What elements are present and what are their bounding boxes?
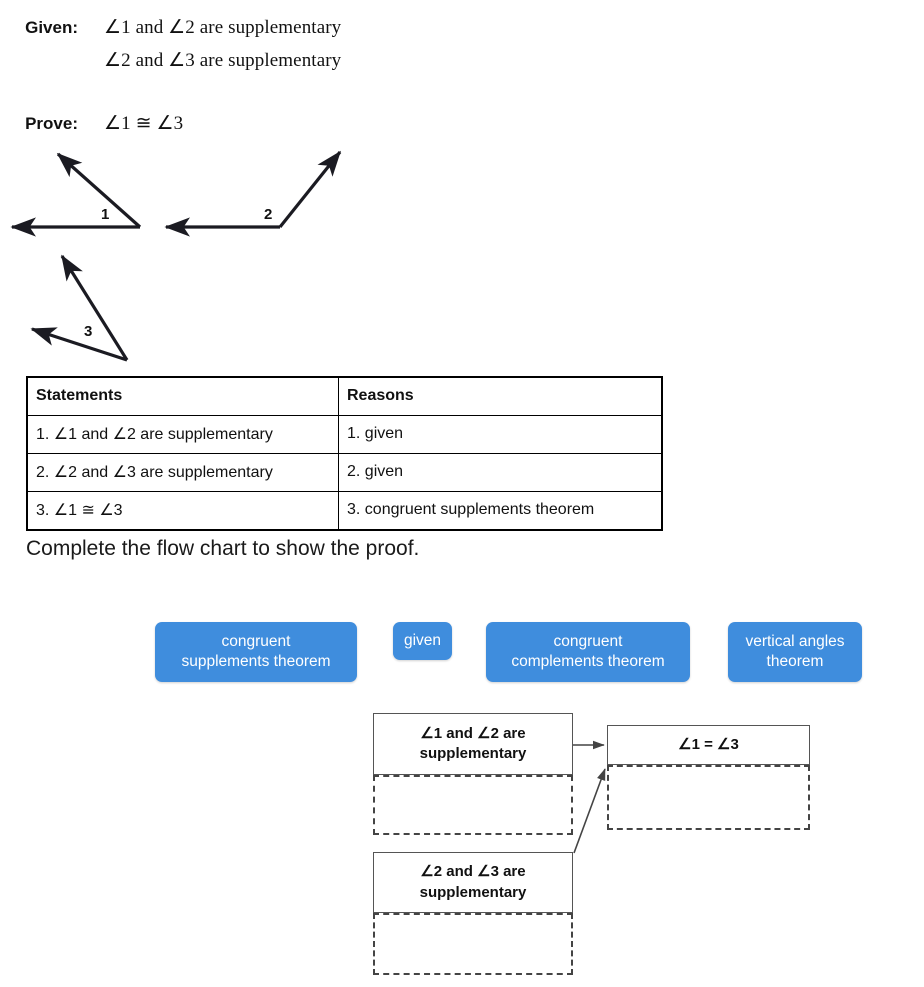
- proof-table: Statements Reasons 1. ∠1 and ∠2 are supp…: [26, 376, 663, 531]
- draggable-tile-2[interactable]: congruent complements theorem: [486, 622, 690, 682]
- flow-box-angle2-angle3-supplementary: ∠2 and ∠3 are supplementary: [373, 852, 573, 975]
- prove-statement: ∠1 ≅ ∠3: [104, 113, 184, 134]
- column-header-statements: Statements: [26, 376, 339, 416]
- reason-cell: 3. congruent supplements theorem: [338, 491, 663, 531]
- flow-box-statement: ∠1 and ∠2 are supplementary: [373, 713, 573, 775]
- angle-3-figure: 3: [30, 254, 129, 362]
- draggable-tile-1[interactable]: given: [393, 622, 452, 660]
- flow-box-dropzone[interactable]: [373, 913, 573, 975]
- angle-1-label: 1: [101, 206, 109, 223]
- flow-box-dropzone[interactable]: [373, 775, 573, 835]
- flow-box-statement: ∠2 and ∠3 are supplementary: [373, 852, 573, 913]
- angle-2-label: 2: [264, 206, 272, 223]
- given-label: Given:: [25, 18, 78, 37]
- statement-cell: 1. ∠1 and ∠2 are supplementary: [26, 415, 339, 454]
- prove-row: Prove: ∠1 ≅ ∠3: [0, 112, 924, 135]
- flow-box-statement: ∠1 = ∠3: [607, 725, 810, 765]
- table-row: 2. ∠2 and ∠3 are supplementary 2. given: [26, 453, 663, 492]
- angle-2-figure: 2: [164, 150, 342, 237]
- given-row-2: ∠2 and ∠3 are supplementary: [0, 49, 924, 72]
- table-row: 3. ∠1 ≅ ∠3 3. congruent supplements theo…: [26, 491, 663, 531]
- statement-cell: 3. ∠1 ≅ ∠3: [26, 491, 339, 531]
- angle-figures: 1 2 3: [10, 150, 342, 362]
- given-line-2: ∠2 and ∠3 are supplementary: [104, 50, 342, 71]
- draggable-tile-0[interactable]: congruent supplements theorem: [155, 622, 357, 682]
- arrow-box3-to-box2: [573, 768, 606, 854]
- prove-label: Prove:: [25, 114, 78, 133]
- table-row: 1. ∠1 and ∠2 are supplementary 1. given: [26, 415, 663, 454]
- flow-box-dropzone[interactable]: [607, 765, 810, 830]
- reason-cell: 2. given: [338, 453, 663, 492]
- draggable-tile-3[interactable]: vertical angles theorem: [728, 622, 862, 682]
- given-row-1: Given: ∠1 and ∠2 are supplementary: [0, 16, 924, 39]
- angle-1-figure: 1: [10, 152, 142, 237]
- angle-3-label: 3: [84, 323, 92, 340]
- given-line-1: ∠1 and ∠2 are supplementary: [104, 17, 342, 38]
- instruction-text: Complete the flow chart to show the proo…: [26, 537, 420, 560]
- table-header-row: Statements Reasons: [26, 376, 663, 416]
- reason-cell: 1. given: [338, 415, 663, 454]
- statement-cell: 2. ∠2 and ∠3 are supplementary: [26, 453, 339, 492]
- given-prove-block: Given: ∠1 and ∠2 are supplementary ∠2 an…: [0, 0, 924, 135]
- column-header-reasons: Reasons: [338, 376, 663, 416]
- flow-box-angle1-equals-angle3: ∠1 = ∠3: [607, 725, 810, 830]
- flow-box-angle1-angle2-supplementary: ∠1 and ∠2 are supplementary: [373, 713, 573, 835]
